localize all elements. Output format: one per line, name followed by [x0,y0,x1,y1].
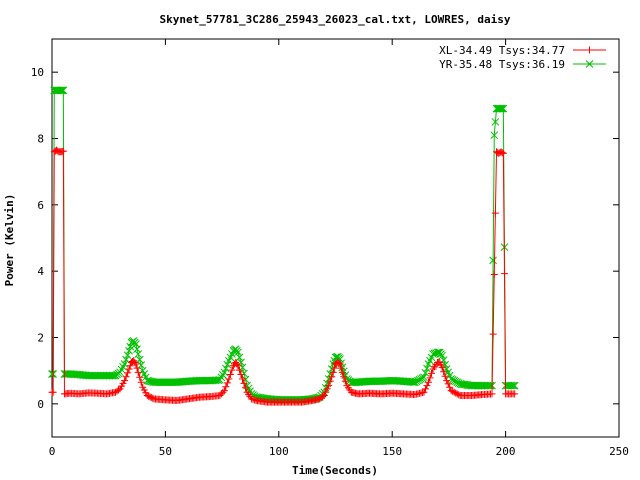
data-point [122,373,130,381]
legend-swatch-marker [586,46,593,54]
x-tick-label: 150 [382,445,402,458]
data-point [49,388,57,396]
data-point [420,388,428,396]
data-point [133,345,141,353]
series-line [52,89,515,401]
legend: XL-34.49 Tsys:34.77YR-35.48 Tsys:36.19 [439,44,606,71]
data-point [500,270,508,278]
y-tick-label: 10 [31,66,44,79]
data-point [136,373,144,381]
y-axis-label: Power (Kelvin) [3,194,16,287]
y-tick-label: 6 [37,199,44,212]
data-point [222,383,230,391]
y-tick-label: 8 [37,133,44,146]
data-point [421,385,429,393]
data-point [124,369,132,377]
x-tick-label: 250 [609,445,629,458]
x-tick-label: 200 [496,445,516,458]
data-point [423,382,431,390]
legend-label: YR-35.48 Tsys:36.19 [439,58,565,71]
data-point [490,270,498,278]
legend-label: XL-34.49 Tsys:34.77 [439,44,565,57]
data-point [511,390,519,398]
series-yr [48,86,519,404]
data-point [489,330,497,338]
series-layer [48,86,519,406]
data-point [235,353,244,362]
x-tick-label: 50 [159,445,172,458]
data-point [134,350,143,358]
data-point [491,209,499,217]
y-tick-label: 2 [37,332,44,345]
chart: Skynet_57781_3C286_25943_26023_cal.txt, … [3,13,629,477]
x-axis-label: Time(Seconds) [292,464,378,477]
data-point [137,361,146,369]
axes: 0 50 100 150 200 250 0 2 4 6 8 10 [31,38,629,458]
y-tick-label: 0 [37,398,44,411]
x-tick-label: 0 [49,445,56,458]
data-point [228,366,236,374]
data-point [226,371,234,379]
data-point [225,375,233,383]
x-tick-label: 100 [269,445,289,458]
y-tick-label: 4 [37,265,44,278]
data-point [488,390,496,398]
data-point [134,368,142,376]
chart-title: Skynet_57781_3C286_25943_26023_cal.txt, … [160,13,511,26]
